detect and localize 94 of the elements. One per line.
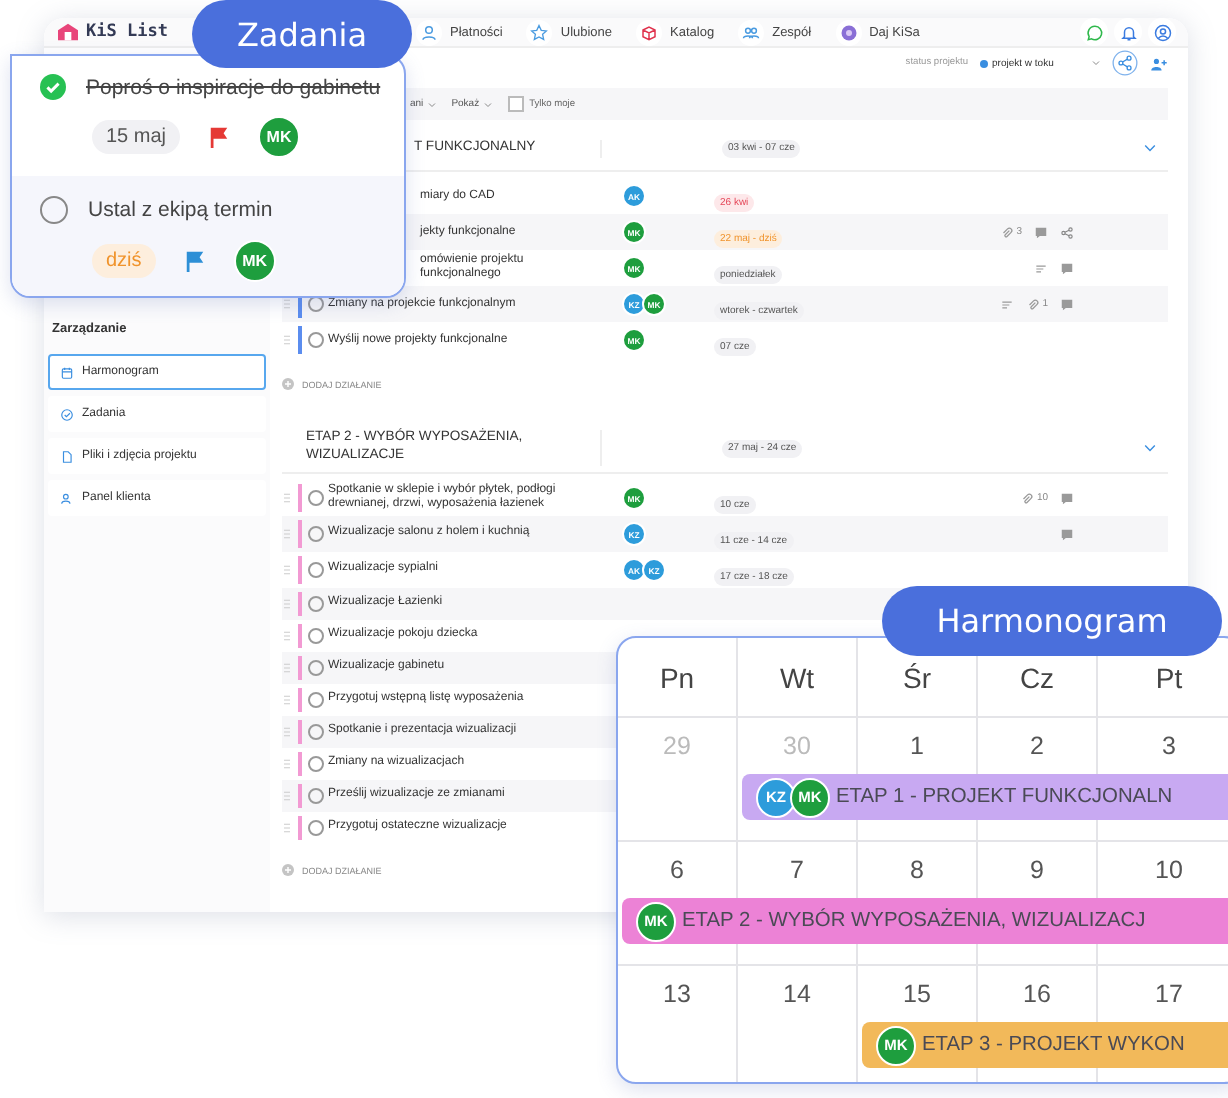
bell-icon <box>1119 23 1137 41</box>
task-name: Ustal z ekipą termin <box>88 198 273 222</box>
chevron-down-icon[interactable] <box>1144 444 1156 453</box>
event-title: ETAP 3 - PROJEKT WYKON <box>922 1034 1185 1056</box>
calendar-icon <box>60 365 74 380</box>
comment-icon[interactable] <box>1060 527 1074 541</box>
person-icon <box>60 491 74 506</box>
people-icon <box>742 23 761 41</box>
plus-circle-icon[interactable] <box>282 378 294 391</box>
avatar: MK <box>258 116 301 158</box>
drag-handle-icon[interactable] <box>282 334 292 347</box>
task-checkbox[interactable] <box>308 562 324 578</box>
drag-handle-icon[interactable] <box>282 790 292 802</box>
flag-icon[interactable] <box>208 126 231 148</box>
task-name: Poproś o inspiracje do gabinetu <box>86 75 381 99</box>
share-icon[interactable] <box>1060 225 1074 240</box>
check-circle-icon <box>60 407 74 422</box>
avatar: MK <box>233 240 276 282</box>
drag-handle-icon[interactable] <box>282 726 292 738</box>
day-number: 30 <box>783 732 811 762</box>
date-chip: 15 maj <box>92 120 181 154</box>
plus-circle-icon[interactable] <box>282 864 294 876</box>
toolbar-button[interactable] <box>1080 18 1108 46</box>
day-number: 17 <box>1155 980 1183 1010</box>
task-checkbox[interactable] <box>308 490 324 506</box>
chevron-down-icon[interactable] <box>1144 144 1156 153</box>
caret-icon <box>427 101 436 108</box>
drag-handle-icon[interactable] <box>282 298 292 311</box>
day-number: 15 <box>903 980 931 1010</box>
share-button[interactable] <box>1112 50 1138 77</box>
day-number: 7 <box>790 856 804 886</box>
day-number: 14 <box>783 980 811 1010</box>
day-number: 8 <box>910 856 924 886</box>
day-number: 6 <box>670 856 684 886</box>
app-logo: KiS List <box>86 22 168 42</box>
task-checkbox[interactable] <box>308 692 324 708</box>
drag-handle-icon[interactable] <box>282 598 292 610</box>
file-icon <box>60 449 74 464</box>
comment-icon[interactable] <box>1060 491 1074 505</box>
drag-handle-icon[interactable] <box>282 630 292 642</box>
box-icon <box>640 23 659 41</box>
star-icon <box>530 23 549 41</box>
day-number: 9 <box>1030 856 1044 886</box>
day-number: 16 <box>1023 980 1051 1010</box>
day-number: 2 <box>1030 732 1044 762</box>
person-icon <box>420 23 438 41</box>
comment-icon[interactable] <box>1060 261 1074 276</box>
task-checkbox[interactable] <box>308 628 324 644</box>
avatar-icon <box>839 23 858 41</box>
text-lines-icon <box>1000 297 1015 312</box>
comment-icon[interactable] <box>1060 297 1074 312</box>
paperclip-icon <box>1020 491 1035 505</box>
paperclip-icon <box>1026 297 1041 312</box>
day-number: 10 <box>1155 856 1183 886</box>
task-checkbox[interactable] <box>308 526 324 542</box>
text-lines-icon <box>1034 261 1048 276</box>
weekday-label: Wt <box>738 638 858 716</box>
popup-title-badge: Zadania <box>192 0 412 68</box>
task-checkbox[interactable] <box>308 332 324 349</box>
task-checkbox[interactable] <box>308 788 324 804</box>
day-number: 3 <box>1162 732 1176 762</box>
task-checkbox[interactable] <box>308 756 324 772</box>
task-checkbox[interactable] <box>308 820 324 836</box>
task-checkbox[interactable] <box>40 196 68 224</box>
drag-handle-icon[interactable] <box>282 492 292 504</box>
event-title: ETAP 2 - WYBÓR WYPOSAŻENIA, WIZUALIZACJ <box>682 910 1146 932</box>
drag-handle-icon[interactable] <box>282 564 292 576</box>
drag-handle-icon[interactable] <box>282 528 292 540</box>
task-checkbox[interactable] <box>308 596 324 612</box>
toolbar-button[interactable] <box>1114 18 1142 46</box>
add-user-icon[interactable] <box>1150 55 1168 72</box>
day-number: 29 <box>663 732 691 762</box>
check-circle-icon[interactable] <box>40 74 66 100</box>
day-number: 13 <box>663 980 691 1010</box>
comment-icon[interactable] <box>1034 225 1048 240</box>
chat-icon <box>1085 23 1103 41</box>
drag-handle-icon[interactable] <box>282 694 292 706</box>
caret-icon <box>1092 60 1100 67</box>
paperclip-icon <box>1000 225 1015 240</box>
checkbox[interactable] <box>507 96 524 113</box>
task-checkbox[interactable] <box>308 660 324 676</box>
event-title: ETAP 1 - PROJEKT FUNKCJONALN <box>836 786 1173 808</box>
caret-icon <box>483 101 492 108</box>
drag-handle-icon[interactable] <box>282 758 292 770</box>
weekday-label: Pn <box>618 638 738 716</box>
user-icon <box>1153 23 1171 41</box>
drag-handle-icon[interactable] <box>282 662 292 674</box>
flag-icon[interactable] <box>183 250 206 272</box>
day-number: 1 <box>910 732 924 762</box>
task-checkbox[interactable] <box>308 724 324 740</box>
toolbar-button[interactable] <box>1148 18 1176 46</box>
popup-title-badge: Harmonogram <box>882 586 1222 656</box>
date-chip: dziś <box>92 244 156 278</box>
drag-handle-icon[interactable] <box>282 822 292 834</box>
